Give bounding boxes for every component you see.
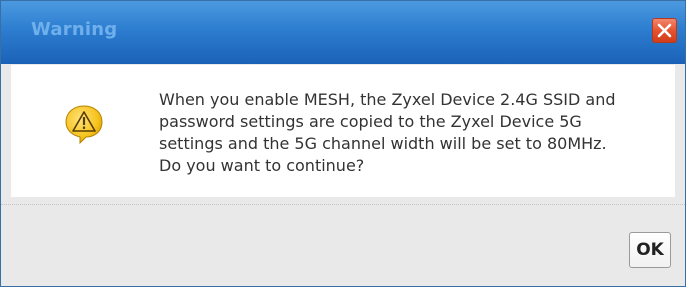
message-line: password settings are copied to the Zyxe… — [159, 112, 582, 131]
dialog-body: When you enable MESH, the Zyxel Device 2… — [11, 65, 675, 197]
close-button[interactable] — [652, 18, 677, 43]
message-line: Do you want to continue? — [159, 156, 365, 175]
message-line: settings and the 5G channel width will b… — [159, 134, 607, 153]
dialog-titlebar[interactable]: Warning — [1, 1, 685, 64]
dialog-title: Warning — [31, 19, 118, 40]
ok-button[interactable]: OK — [629, 232, 671, 268]
warning-icon — [65, 105, 103, 144]
footer-divider — [1, 204, 685, 205]
message-line: When you enable MESH, the Zyxel Device 2… — [159, 90, 616, 109]
close-icon — [657, 23, 672, 38]
dialog-message: When you enable MESH, the Zyxel Device 2… — [159, 89, 669, 177]
warning-dialog: Warning When you enable MESH, the Zyxel … — [0, 0, 686, 287]
